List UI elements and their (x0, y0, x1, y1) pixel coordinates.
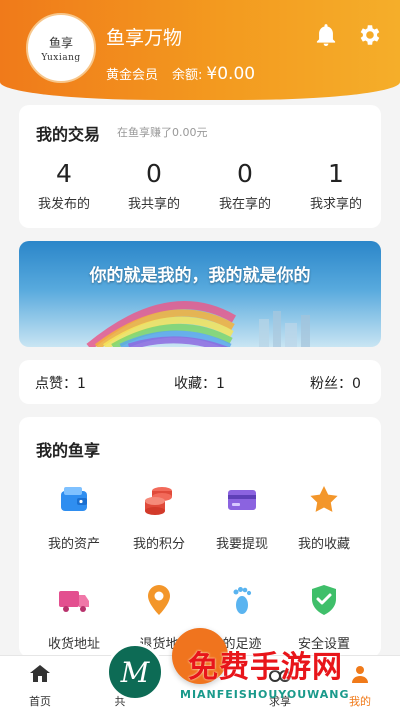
truck-icon (59, 591, 89, 612)
stat-label: 我共享的 (127, 197, 180, 212)
profile-icon (352, 666, 368, 683)
stat-requested[interactable]: 1 我求享的 (291, 159, 381, 212)
footprint-icon (233, 587, 252, 614)
rainbow-illustration (86, 301, 310, 347)
wallet-icon (61, 487, 87, 511)
stat-enjoying[interactable]: 0 我在享的 (200, 159, 290, 212)
promo-banner[interactable]: 你的就是我的，我的就是你的 (19, 241, 381, 347)
member-level: 黄金会员 (106, 68, 159, 83)
my-fish-title: 我的鱼享 (36, 441, 101, 460)
star-icon (310, 486, 338, 512)
stat-published[interactable]: 4 我发布的 (19, 159, 109, 212)
grid-item-label: 收货地址 (47, 637, 100, 652)
balance-value: ¥0.00 (206, 64, 256, 84)
stat-label: 我在享的 (218, 197, 271, 212)
avatar-logo-subtext: Yuxiang (41, 52, 81, 63)
shield-icon (312, 585, 336, 615)
watermark-subtext: MIANFEISHOUYOUWANG (180, 688, 350, 701)
social-stats-card: 点赞：1 收藏：1 粉丝：0 (19, 360, 381, 404)
tab-label: 首页 (29, 695, 51, 708)
my-trade-title: 我的交易 (36, 125, 101, 144)
stat-shared[interactable]: 0 我共享的 (109, 159, 199, 212)
grid-item-favorites[interactable]: 我的收藏 (283, 483, 365, 552)
watermark-text: 免费手游网 (188, 650, 343, 685)
earnings-text: 在鱼享赚了0.00元 (117, 126, 208, 139)
grid-item-points[interactable]: 我的积分 (118, 483, 200, 552)
grid-item-address[interactable]: 收货地址 (33, 583, 115, 652)
tab-home[interactable]: 首页 (0, 662, 80, 709)
stat-number: 0 (146, 159, 162, 188)
favorites-count[interactable]: 收藏：1 (174, 373, 225, 393)
card-icon (228, 490, 256, 510)
stat-label: 我求享的 (309, 197, 362, 212)
stat-number: 4 (56, 159, 72, 188)
grid-item-label: 我的收藏 (297, 537, 350, 552)
likes-count[interactable]: 点赞：1 (35, 373, 86, 393)
fans-count[interactable]: 粉丝：0 (310, 373, 361, 393)
my-fish-card: 我的鱼享 我的资产 我的积分 我要提现 我的收藏 收货地址 退货地 的足迹 安全… (19, 417, 381, 657)
stat-label: 我发布的 (37, 197, 90, 212)
watermark-logo: M (106, 643, 164, 701)
my-trade-card: 我的交易 在鱼享赚了0.00元 4 我发布的 0 我共享的 0 我在享的 1 我… (19, 105, 381, 228)
home-icon (30, 665, 50, 682)
grid-item-label: 我的资产 (47, 537, 100, 552)
balance-label: 余额: (172, 68, 203, 83)
user-name: 鱼享万物 (106, 27, 183, 49)
stat-number: 1 (328, 159, 344, 188)
bell-icon[interactable] (313, 22, 339, 48)
grid-item-label: 我要提现 (215, 537, 268, 552)
location-icon (148, 585, 170, 615)
gear-icon[interactable] (356, 22, 382, 48)
avatar[interactable]: 鱼享 Yuxiang (26, 13, 96, 83)
coins-icon (145, 487, 172, 515)
avatar-logo-text: 鱼享 (48, 35, 73, 50)
stat-number: 0 (237, 159, 253, 188)
grid-item-withdraw[interactable]: 我要提现 (201, 483, 283, 552)
member-info: 黄金会员 余额: ¥0.00 (106, 64, 255, 84)
grid-item-assets[interactable]: 我的资产 (33, 483, 115, 552)
grid-item-label: 我的积分 (132, 537, 185, 552)
